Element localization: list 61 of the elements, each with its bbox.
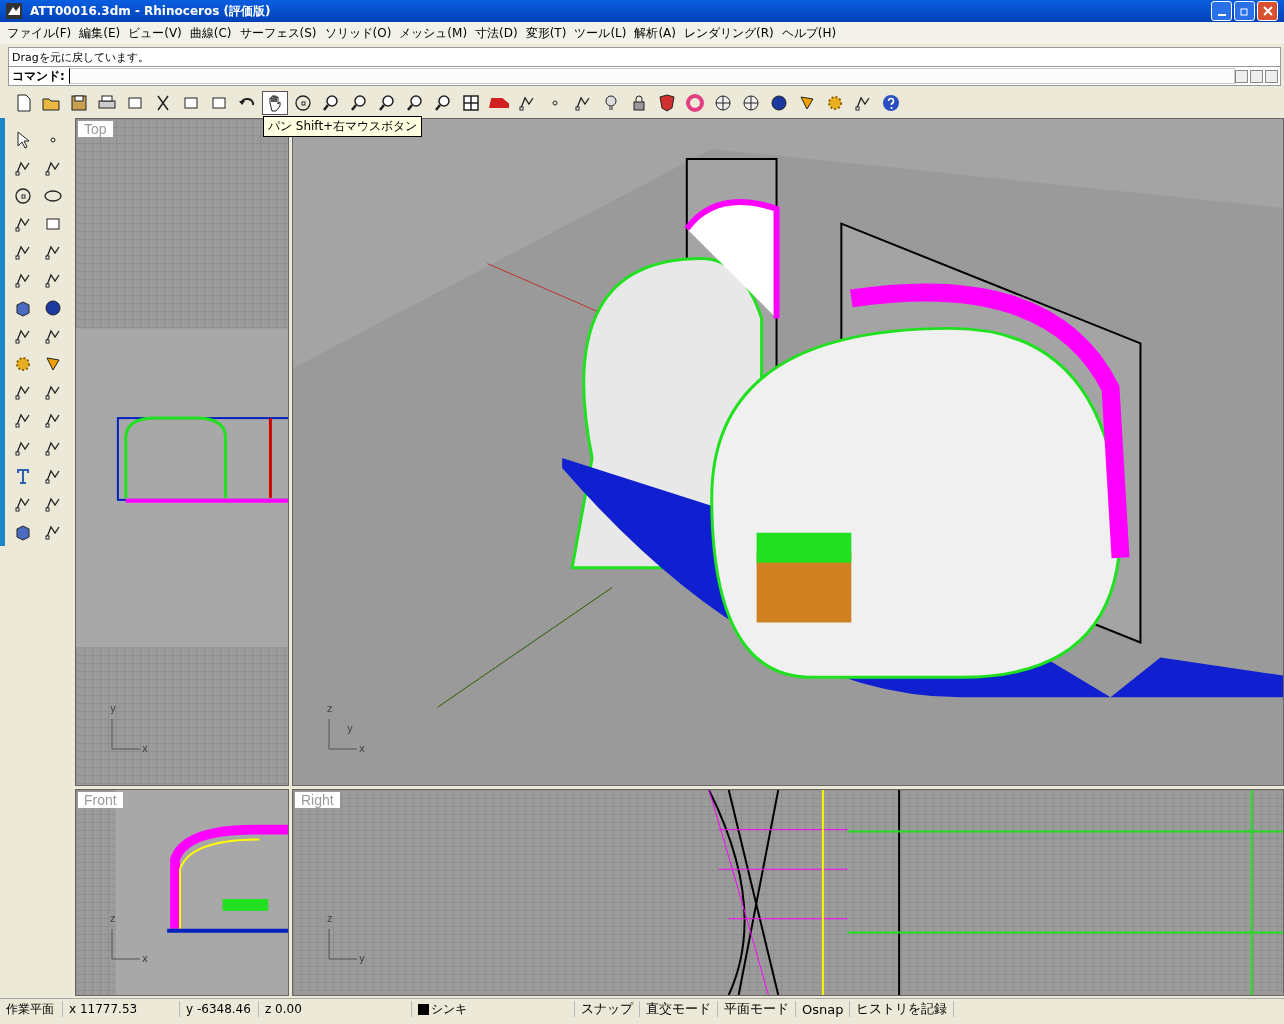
gear-icon bbox=[825, 93, 845, 113]
spin-button[interactable] bbox=[1235, 69, 1248, 83]
menu-item[interactable]: ビュー(V) bbox=[125, 23, 185, 43]
sphere-icon bbox=[769, 93, 789, 113]
close-button[interactable] bbox=[1257, 1, 1278, 21]
status-pane[interactable]: Osnap bbox=[796, 1001, 851, 1017]
menu-item[interactable]: 曲線(C) bbox=[186, 23, 235, 43]
menu-item[interactable]: ソリッド(O) bbox=[321, 23, 395, 43]
close-icon bbox=[1262, 6, 1273, 16]
status-pane[interactable]: スナップ bbox=[575, 1001, 640, 1017]
toolbar-button[interactable] bbox=[262, 91, 288, 115]
grid-icon bbox=[461, 93, 481, 113]
command-prompt: コマンド: bbox=[11, 67, 65, 85]
minimize-button[interactable] bbox=[1211, 1, 1232, 21]
axis-label: z bbox=[327, 703, 333, 714]
menu-item[interactable]: サーフェス(S) bbox=[236, 23, 320, 43]
viewport[interactable]: Front z x bbox=[75, 789, 289, 996]
menu-item[interactable]: 寸法(D) bbox=[472, 23, 521, 43]
menu-item[interactable]: ツール(L) bbox=[571, 23, 630, 43]
command-history: Dragを元に戻しています。 bbox=[12, 49, 149, 65]
status-pane[interactable]: ヒストリを記録 bbox=[850, 1001, 955, 1017]
menu-item[interactable]: 解析(A) bbox=[631, 23, 679, 43]
axis-label: x bbox=[142, 953, 148, 964]
restore-button[interactable] bbox=[1234, 1, 1255, 21]
status-z: z 0.00 bbox=[259, 1001, 412, 1017]
circle-icon bbox=[13, 186, 33, 206]
help-icon bbox=[881, 93, 901, 113]
sphere-grid-icon bbox=[741, 93, 761, 113]
shield-icon bbox=[657, 93, 677, 113]
viewport[interactable]: Right z y bbox=[292, 789, 1284, 996]
save-icon bbox=[69, 93, 89, 113]
axis-label: x bbox=[359, 743, 365, 754]
menu-item[interactable]: ファイル(F) bbox=[4, 23, 75, 43]
zoom-in-icon bbox=[321, 93, 341, 113]
command-input[interactable] bbox=[68, 68, 1235, 84]
scroll-left-button[interactable] bbox=[1250, 69, 1263, 83]
menu-item[interactable]: 編集(E) bbox=[76, 23, 124, 43]
scroll-right-button[interactable] bbox=[1265, 69, 1278, 83]
status-x: x 11777.53 bbox=[63, 1001, 180, 1017]
color-wheel-icon bbox=[685, 93, 705, 113]
axis-label: x bbox=[142, 743, 148, 754]
axis-label: y bbox=[110, 703, 116, 714]
axis-label: z bbox=[110, 913, 116, 924]
status-y: y -6348.46 bbox=[180, 1001, 259, 1017]
menu-item[interactable]: 変形(T) bbox=[522, 23, 570, 43]
status-pane[interactable]: 平面モード bbox=[718, 1001, 796, 1017]
menu-item[interactable]: ヘルプ(H) bbox=[778, 23, 840, 43]
status-plane: 作業平面 bbox=[0, 1001, 63, 1017]
minimize-icon bbox=[1217, 14, 1226, 16]
car-icon bbox=[489, 98, 509, 108]
axis-label: z bbox=[327, 913, 333, 924]
layer-name[interactable]: シンキ bbox=[431, 1000, 467, 1018]
window-title: ATT00016.3dm - Rhinoceros (評価版) bbox=[30, 2, 271, 20]
tooltip: パン Shift+右マウスボタン bbox=[263, 116, 423, 137]
menu-item[interactable]: レンダリング(R) bbox=[681, 23, 777, 43]
axis-label: y bbox=[359, 953, 365, 964]
menu-item[interactable]: メッシュ(M) bbox=[396, 23, 471, 43]
restore-icon bbox=[1239, 6, 1250, 16]
axis-label: y bbox=[347, 723, 353, 734]
sphere-wire-icon bbox=[713, 93, 733, 113]
status-pane[interactable]: 直交モード bbox=[640, 1001, 718, 1017]
